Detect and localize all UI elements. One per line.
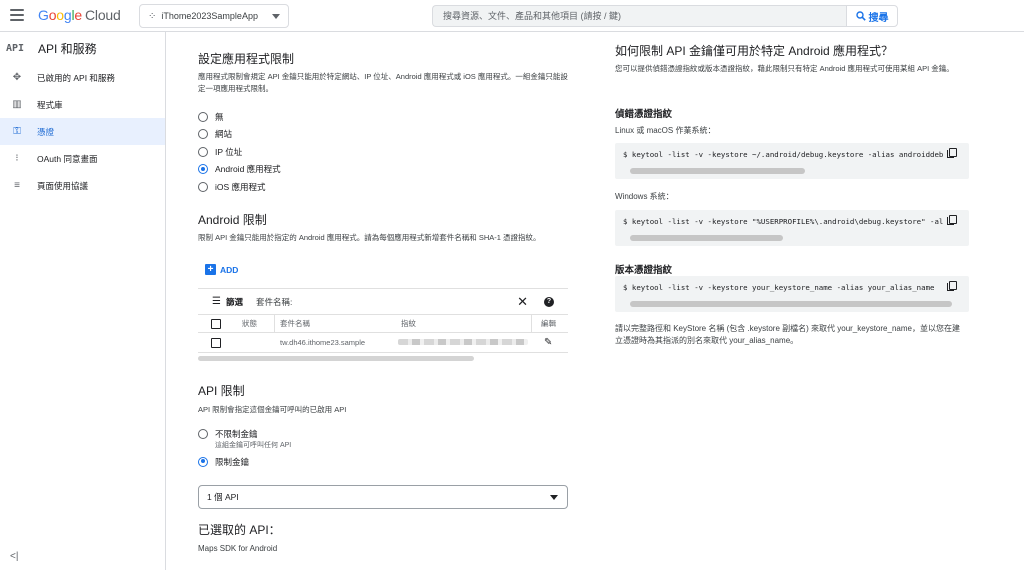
select-all-checkbox[interactable] — [211, 318, 221, 329]
android-apps-table: ☰ 篩選 套件名稱: ✕ ? 狀態 套件名稱 指紋 編輯 tw.dh46.ith… — [198, 288, 568, 361]
project-nodes-icon: ⁘ — [148, 10, 156, 22]
sidebar-item-page-agreements[interactable]: ≡ 頁面使用協議 — [0, 172, 165, 199]
sidebar-title: API 和服務 — [38, 41, 97, 56]
column-divider — [274, 315, 275, 332]
code-scrollbar[interactable] — [630, 168, 805, 174]
table-header-row: 狀態 套件名稱 指紋 編輯 — [198, 315, 568, 333]
android-restrictions-description: 限制 API 金鑰只能用於指定的 Android 應用程式。請為每個應用程式新增… — [198, 233, 541, 242]
linux-command-text: $ keytool -list -v -keystore ~/.android/… — [623, 150, 943, 159]
code-scrollbar[interactable] — [630, 301, 952, 307]
api-restrictions-description: API 限制會指定這個金鑰可呼叫的已啟用 API — [198, 405, 347, 414]
column-divider — [531, 315, 532, 332]
top-app-bar: Google Cloud ⁘ iThome2023SampleApp 搜尋 — [0, 0, 1024, 32]
consent-icon: ⁝ — [15, 153, 19, 164]
api-logo-icon: API — [6, 42, 25, 54]
radio-button-checked[interactable] — [198, 164, 208, 175]
linux-command-block: $ keytool -list -v -keystore ~/.android/… — [615, 143, 969, 179]
radio-dont-restrict[interactable]: 不限制金鑰 — [198, 427, 291, 440]
api-select-dropdown[interactable]: 1 個 API — [198, 485, 568, 509]
api-restriction-radio-group: 不限制金鑰 這組金鑰可呼叫任何 API 限制金鑰 — [198, 427, 291, 471]
radio-none[interactable]: 無 — [198, 108, 281, 126]
copy-icon[interactable] — [947, 281, 957, 291]
copy-icon[interactable] — [947, 148, 957, 158]
api-restrictions-title: API 限制 — [198, 384, 245, 398]
radio-ip-addresses[interactable]: IP 位址 — [198, 143, 281, 161]
radio-android-apps[interactable]: Android 應用程式 — [198, 161, 281, 179]
agreement-icon: ≡ — [14, 180, 20, 191]
horizontal-scrollbar[interactable] — [198, 356, 474, 361]
copy-icon[interactable] — [947, 215, 957, 225]
sidebar: API API 和服務 ✥ 已啟用的 API 和服務 ▥ 程式庫 ⚿ 憑證 ⁝ … — [0, 32, 166, 570]
library-icon: ▥ — [12, 99, 22, 110]
windows-label: Windows 系統： — [615, 192, 674, 201]
diamond-nodes-icon: ✥ — [12, 72, 22, 83]
main-content: 設定應用程式限制 應用程式限制會規定 API 金鑰只能用於特定網站、IP 位址、… — [166, 32, 1024, 570]
collapse-sidebar-icon[interactable]: <| — [10, 551, 18, 562]
code-scrollbar[interactable] — [630, 235, 783, 241]
windows-command-block: $ keytool -list -v -keystore "%USERPROFI… — [615, 210, 969, 246]
dropdown-caret-icon — [550, 495, 558, 500]
help-icon[interactable]: ? — [544, 297, 554, 307]
key-icon: ⚿ — [13, 126, 21, 137]
app-restrictions-description: 應用程式限制會規定 API 金鑰只能用於特定網站、IP 位址、Android 應… — [198, 72, 568, 93]
project-name: iThome2023SampleApp — [161, 11, 258, 21]
radio-button[interactable] — [198, 181, 208, 192]
table-filter-bar[interactable]: ☰ 篩選 套件名稱: ✕ ? — [198, 289, 568, 315]
android-restrictions-title: Android 限制 — [198, 213, 267, 227]
debug-cert-title: 偵錯憑證指紋 — [615, 109, 673, 120]
project-selector[interactable]: ⁘ iThome2023SampleApp — [139, 4, 289, 28]
column-fingerprint[interactable]: 指紋 — [401, 318, 416, 329]
google-cloud-logo[interactable]: Google Cloud — [38, 7, 121, 23]
sidebar-item-oauth-consent[interactable]: ⁝ OAuth 同意畫面 — [0, 145, 165, 172]
sidebar-item-library[interactable]: ▥ 程式庫 — [0, 91, 165, 118]
radio-button-checked[interactable] — [198, 456, 208, 467]
hamburger-menu-icon[interactable] — [10, 9, 24, 21]
release-cert-title: 版本憑證指紋 — [615, 265, 673, 276]
windows-command-text: $ keytool -list -v -keystore "%USERPROFI… — [623, 217, 943, 226]
selected-apis-title: 已選取的 API： — [198, 523, 281, 537]
search-icon — [855, 11, 866, 21]
radio-button[interactable] — [198, 111, 208, 122]
release-command-text: $ keytool -list -v -keystore your_keysto… — [623, 283, 935, 292]
search-input[interactable] — [432, 5, 846, 27]
column-edit: 編輯 — [541, 319, 556, 328]
radio-dont-restrict-sub: 這組金鑰可呼叫任何 API — [215, 442, 292, 449]
column-status[interactable]: 狀態 — [242, 318, 257, 329]
row-checkbox[interactable] — [211, 337, 221, 348]
row-fingerprint-redacted — [398, 339, 528, 345]
sidebar-item-enabled-apis[interactable]: ✥ 已啟用的 API 和服務 — [0, 64, 165, 91]
search-button[interactable]: 搜尋 — [846, 5, 898, 27]
radio-button[interactable] — [198, 146, 208, 157]
add-item-button[interactable]: + ADD — [205, 264, 238, 275]
linux-label: Linux 或 macOS 作業系統： — [615, 126, 716, 135]
help-title: 如何限制 API 金鑰僅可用於特定 Android 應用程式？ — [615, 44, 894, 58]
add-plus-icon: + — [205, 264, 216, 275]
radio-restrict-key[interactable]: 限制金鑰 — [198, 453, 291, 471]
sidebar-header: API API 和服務 — [0, 32, 165, 64]
clear-filter-icon[interactable]: ✕ — [517, 294, 528, 310]
release-command-block: $ keytool -list -v -keystore your_keysto… — [615, 276, 969, 312]
edit-pencil-icon[interactable]: ✎ — [544, 337, 552, 348]
filter-field-label: 套件名稱: — [255, 296, 293, 307]
app-restriction-radio-group: 無 網站 IP 位址 Android 應用程式 iOS 應用程式 — [198, 108, 281, 196]
release-note: 請以完整路徑和 KeyStore 名稱 (包含 .keystore 副檔名) 來… — [615, 324, 960, 345]
help-description: 您可以提供偵錯憑證指紋或版本憑證指紋，藉此限制只有特定 Android 應用程式… — [615, 64, 954, 73]
app-restrictions-title: 設定應用程式限制 — [198, 52, 295, 66]
row-package-name: tw.dh46.ithome23.sample — [280, 338, 366, 347]
radio-websites[interactable]: 網站 — [198, 126, 281, 144]
radio-button[interactable] — [198, 129, 208, 140]
radio-ios-apps[interactable]: iOS 應用程式 — [198, 178, 281, 196]
radio-button[interactable] — [198, 428, 208, 439]
filter-icon: ☰ — [212, 296, 221, 307]
dropdown-caret-icon — [272, 14, 280, 19]
column-package-name[interactable]: 套件名稱 — [280, 318, 310, 329]
selected-api-item: Maps SDK for Android — [198, 544, 278, 553]
sidebar-item-credentials[interactable]: ⚿ 憑證 — [0, 118, 165, 145]
table-row[interactable]: tw.dh46.ithome23.sample ✎ — [198, 333, 568, 353]
